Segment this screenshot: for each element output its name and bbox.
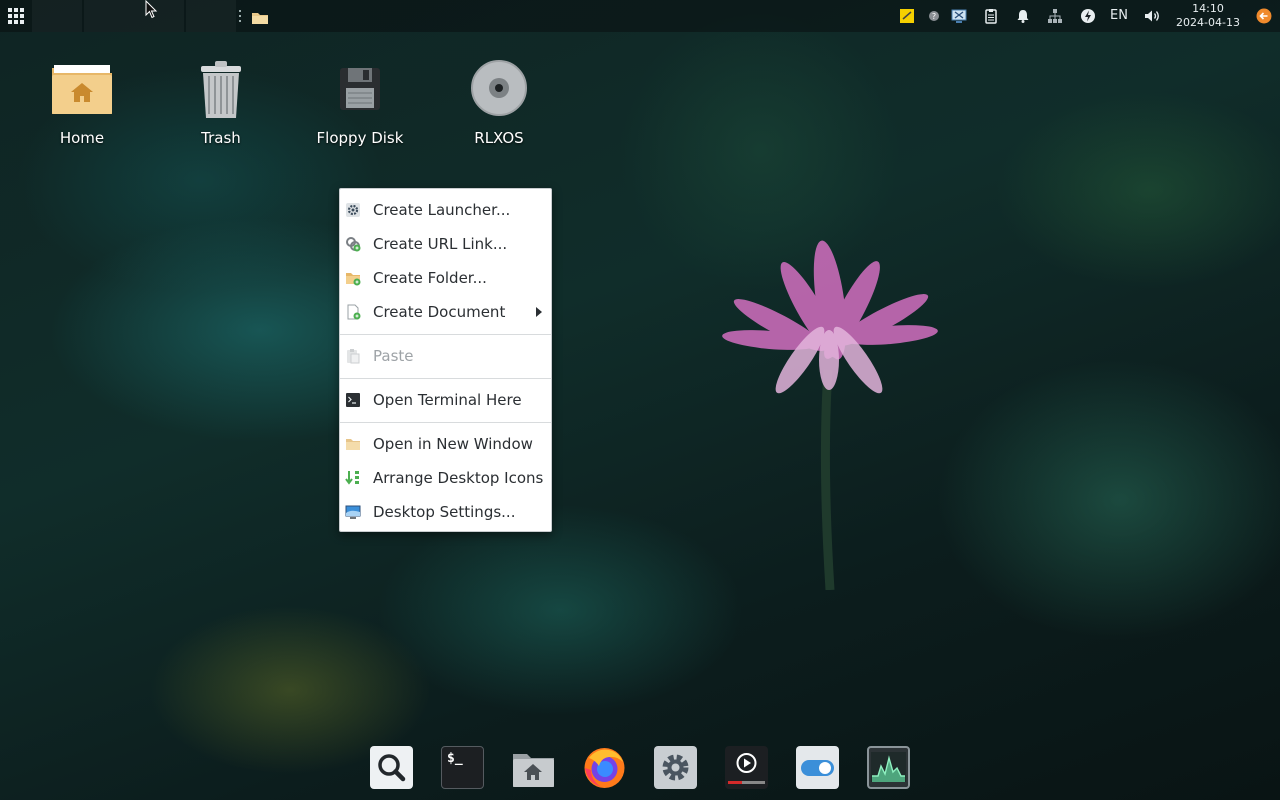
menu-item-create-url-link[interactable]: Create URL Link... [340,227,551,261]
keyboard-layout[interactable]: EN [1110,8,1128,23]
menu-item-open-new-window[interactable]: Open in New Window [340,427,551,461]
trash-icon [189,56,253,120]
desktop-icon-floppy[interactable]: Floppy Disk [310,56,410,147]
menu-item-open-terminal[interactable]: Open Terminal Here [340,383,551,417]
desktop-settings-icon [345,504,361,520]
panel-handle-icon[interactable] [238,9,242,23]
search-icon [378,754,406,782]
optical-disc-icon [467,56,531,120]
top-panel: ? EN 14:10 2024-04-13 [0,0,1280,32]
menu-separator [340,334,551,335]
clock-date: 2024-04-13 [1176,16,1240,29]
menu-separator [340,422,551,423]
menu-item-paste[interactable]: Paste [340,339,551,373]
menu-item-label: Create Folder... [373,269,487,287]
clock[interactable]: 14:10 2024-04-13 [1172,2,1244,30]
home-folder-icon [50,56,114,120]
dock-settings-button[interactable] [654,746,697,789]
menu-item-label: Open in New Window [373,435,533,453]
menu-item-label: Open Terminal Here [373,391,522,409]
menu-separator [340,378,551,379]
gear-icon [345,202,361,218]
new-document-icon [345,304,361,320]
volume-icon[interactable] [1144,8,1160,24]
clock-time: 14:10 [1192,2,1224,15]
taskbar-window-button[interactable] [186,0,236,32]
desktop-icon-label: Home [59,129,105,147]
desktop-icon-label: RLXOS [474,129,524,147]
floppy-disk-icon [328,56,392,120]
arrange-icon [345,470,361,486]
dock-system-monitor-button[interactable] [867,746,910,789]
desktop-icon-home[interactable]: Home [32,56,132,147]
power-manager-icon[interactable] [1080,8,1096,24]
dock-search-button[interactable] [370,746,413,789]
link-icon [345,236,361,252]
dock-media-player-button[interactable] [725,746,768,789]
file-manager-icon [513,754,554,787]
terminal-icon: $_ [447,751,463,766]
taskbar-window-button[interactable] [84,0,134,32]
toggle-switch-icon [801,760,834,776]
mouse-pointer-icon [145,0,159,24]
help-icon[interactable]: ? [926,8,942,24]
screenshot-icon[interactable] [951,8,967,24]
svg-text:?: ? [932,12,936,21]
sticky-notes-icon[interactable] [899,8,915,24]
taskbar-window-button[interactable] [32,0,82,32]
submenu-arrow-icon [536,307,542,317]
desktop-icon-trash[interactable]: Trash [171,56,271,147]
desktop-icon-rlxos[interactable]: RLXOS [449,56,549,147]
menu-item-create-document[interactable]: Create Document [340,295,551,329]
folder-icon[interactable] [252,9,268,24]
firefox-icon [584,748,625,788]
menu-item-label: Create Document [373,303,506,321]
menu-item-create-folder[interactable]: Create Folder... [340,261,551,295]
wallpaper-lotus-flower [690,210,950,594]
folder-icon [345,436,361,452]
menu-item-label: Arrange Desktop Icons [373,469,544,487]
dock-terminal-button[interactable]: $_ [441,746,484,789]
dock-file-manager-button[interactable] [512,746,555,789]
dock-firefox-button[interactable] [583,746,626,789]
menu-item-create-launcher[interactable]: Create Launcher... [340,193,551,227]
grid-apps-icon[interactable] [6,6,26,26]
new-folder-icon [345,270,361,286]
paste-icon [345,348,361,364]
menu-item-label: Desktop Settings... [373,503,516,521]
system-monitor-icon [871,752,906,782]
desktop-icon-label: Trash [201,129,241,147]
dock-toggle-button[interactable] [796,746,839,789]
notifications-bell-icon[interactable] [1015,8,1031,24]
network-icon[interactable] [1047,8,1063,24]
media-player-icon [728,753,765,784]
menu-item-label: Create URL Link... [373,235,508,253]
settings-icon [662,754,689,781]
terminal-icon [345,392,361,408]
logout-icon[interactable] [1256,8,1272,24]
desktop-context-menu: Create Launcher... Create URL Link... Cr… [339,188,552,532]
taskbar-window-button[interactable] [134,0,184,32]
clipboard-icon[interactable] [983,8,999,24]
menu-item-label: Paste [373,347,414,365]
menu-item-desktop-settings[interactable]: Desktop Settings... [340,495,551,529]
desktop-icon-label: Floppy Disk [316,129,404,147]
menu-item-arrange-icons[interactable]: Arrange Desktop Icons [340,461,551,495]
menu-item-label: Create Launcher... [373,201,511,219]
